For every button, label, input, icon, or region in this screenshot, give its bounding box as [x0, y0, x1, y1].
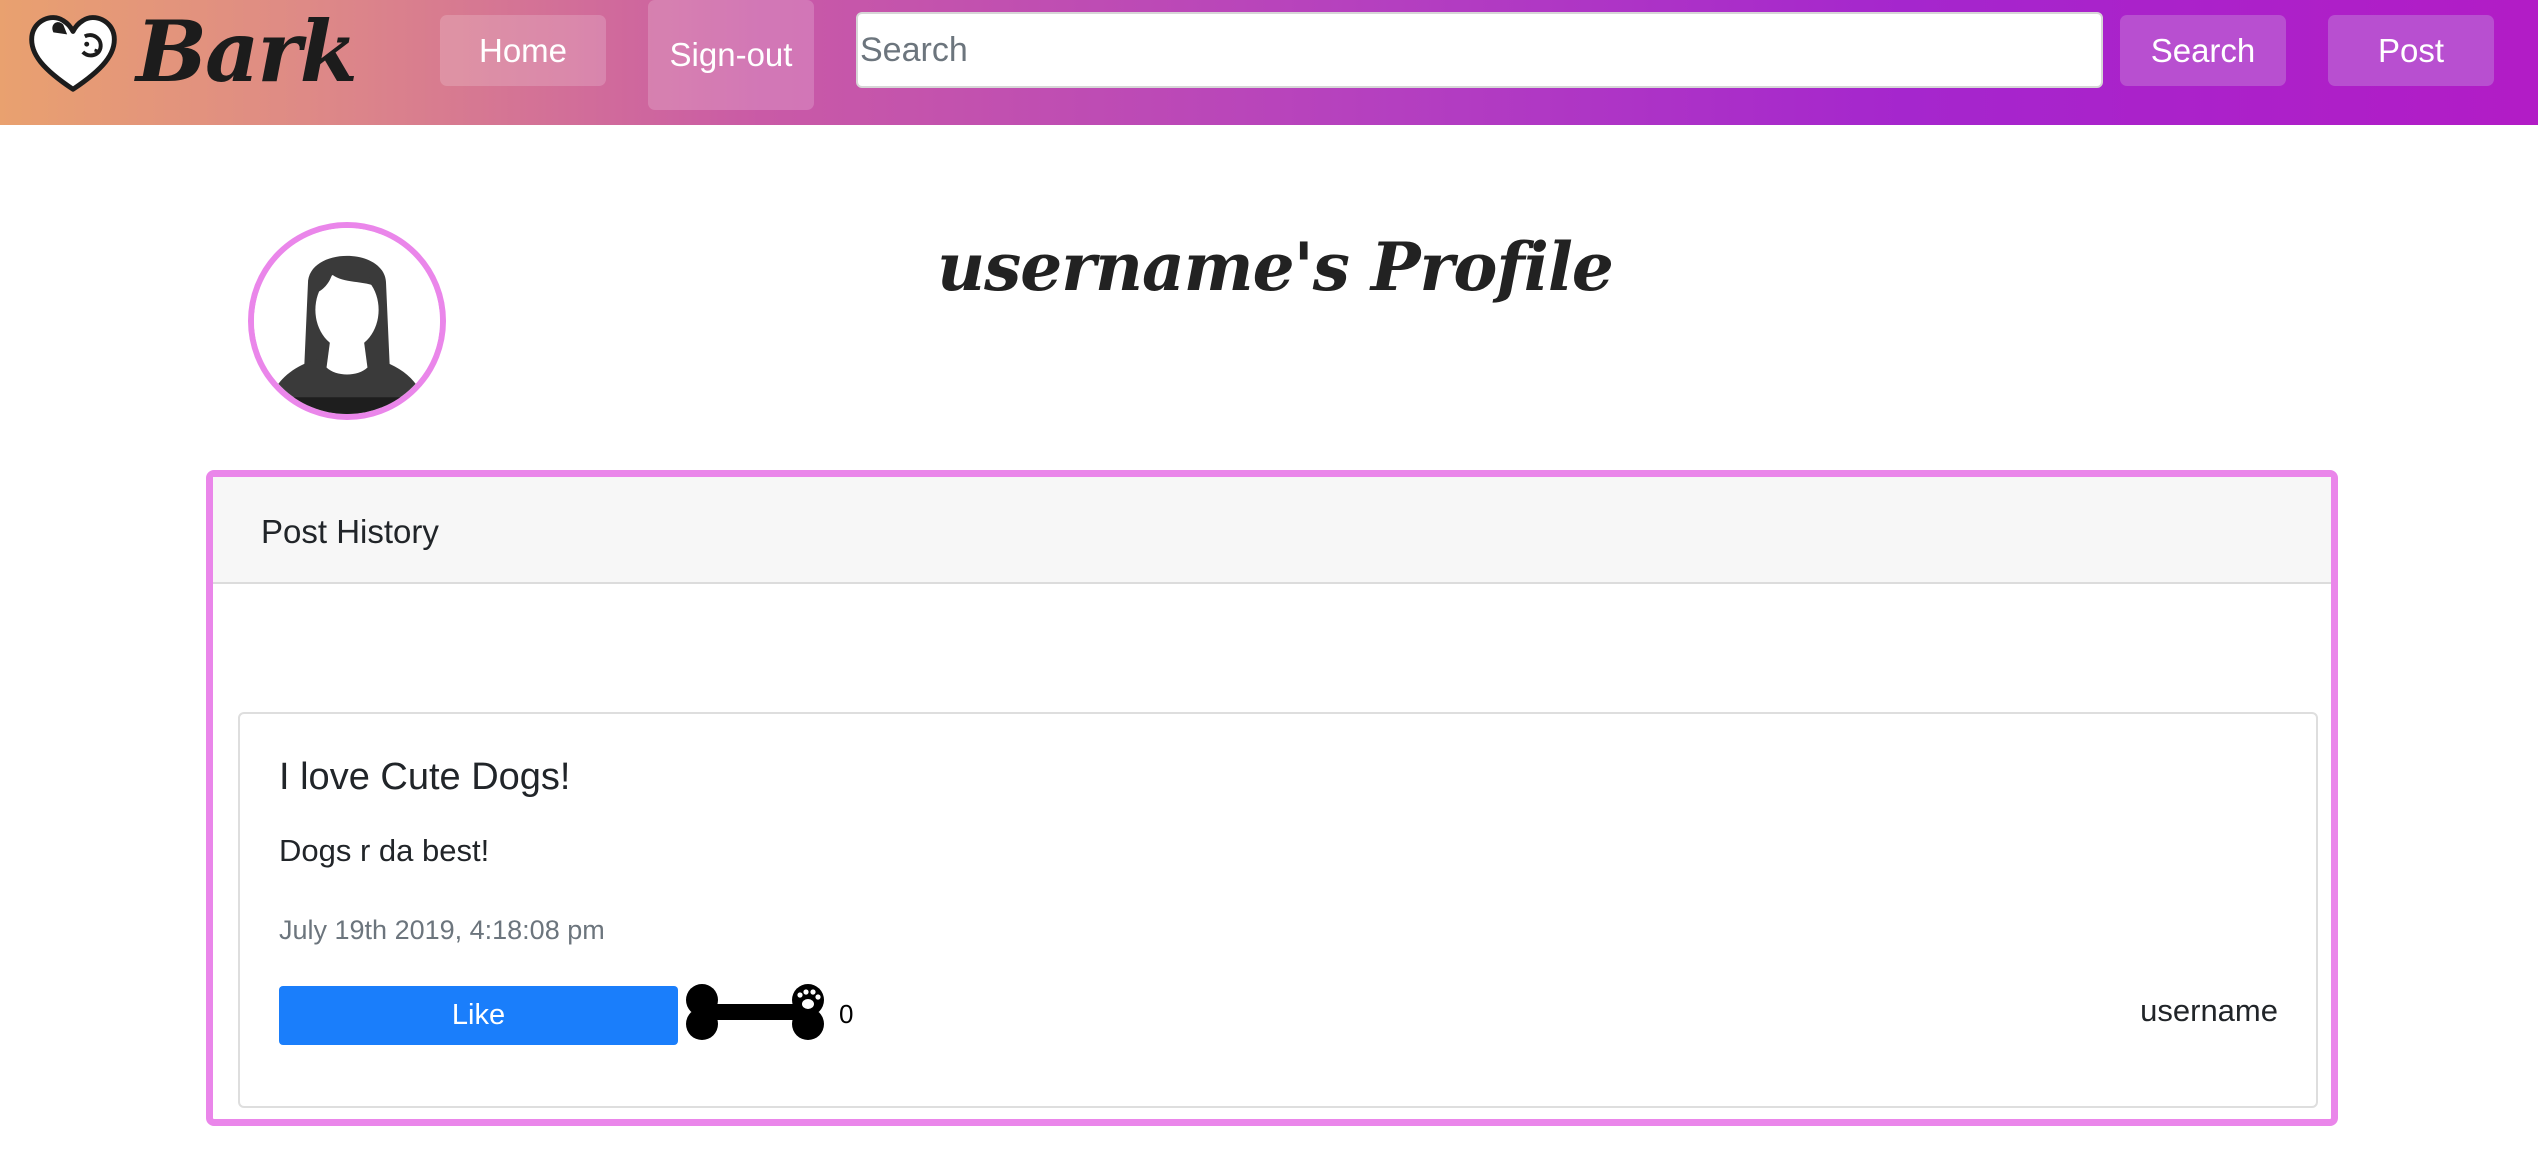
search-button[interactable]: Search — [2120, 15, 2286, 86]
home-button[interactable]: Home — [440, 15, 606, 86]
post-button[interactable]: Post — [2328, 15, 2494, 86]
post-history-card: Post History I love Cute Dogs! Dogs r da… — [206, 470, 2338, 1126]
post-author[interactable]: username — [2140, 993, 2278, 1029]
dog-bone-icon[interactable] — [684, 984, 826, 1040]
page-title: username's Profile — [937, 228, 1614, 306]
dog-heart-logo-icon — [29, 15, 117, 92]
brand-logo[interactable]: Bark — [24, 2, 358, 102]
post-history-header: Post History — [213, 477, 2331, 584]
like-button[interactable]: Like — [279, 986, 678, 1045]
avatar — [248, 222, 446, 420]
post-title: I love Cute Dogs! — [279, 756, 571, 798]
post-timestamp: July 19th 2019, 4:18:08 pm — [279, 915, 605, 945]
top-navbar: Bark Home Sign-out Search Post — [0, 0, 2538, 125]
post-card: I love Cute Dogs! Dogs r da best! July 1… — [238, 712, 2318, 1108]
signout-button[interactable]: Sign-out — [648, 0, 814, 110]
brand-name: Bark — [136, 2, 358, 101]
search-input[interactable] — [856, 12, 2103, 88]
female-avatar-icon — [254, 228, 440, 414]
post-history-title: Post History — [261, 513, 439, 550]
like-count: 0 — [839, 999, 854, 1029]
post-body: Dogs r da best! — [279, 833, 490, 868]
